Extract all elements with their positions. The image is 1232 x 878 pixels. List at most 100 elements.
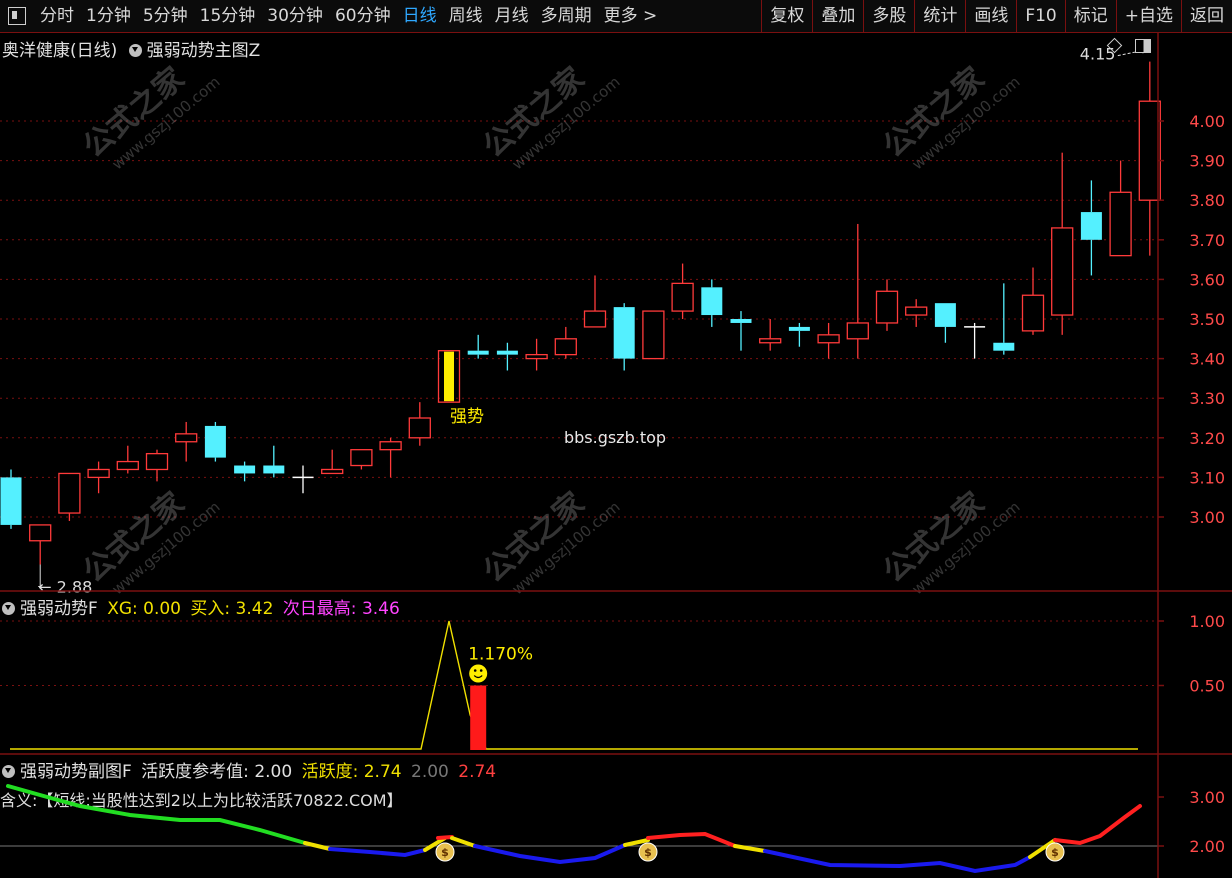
- candles: 强势← 2.884.15: [0, 45, 1161, 597]
- candle: [701, 279, 723, 327]
- candle-body: [788, 326, 810, 331]
- candle: [905, 299, 928, 327]
- candle: [496, 342, 518, 371]
- candle-body: [554, 338, 577, 356]
- sub2-title: 强弱动势副图F 活跃度参考值: 2.00 活跃度: 2.74 2.00 2.74: [2, 757, 496, 782]
- period-tab-9[interactable]: 多周期: [535, 0, 598, 32]
- candle: [730, 311, 752, 351]
- sub1-tick-label: 1.00: [1189, 612, 1225, 631]
- candle-body: [116, 460, 139, 471]
- indicator-menu-icon[interactable]: [128, 44, 142, 57]
- panel-toggle-icon[interactable]: [8, 7, 26, 25]
- candle: [1051, 152, 1074, 335]
- period-tab-0[interactable]: 分时: [34, 0, 80, 32]
- candle: [29, 524, 52, 565]
- sub1-menu-icon[interactable]: [2, 602, 15, 615]
- watermark-url: www.gszj100.com: [509, 73, 624, 174]
- period-tab-3[interactable]: 15分钟: [194, 0, 262, 32]
- watermark-text: 公式之家: [477, 61, 591, 165]
- candle-body: [145, 452, 169, 471]
- period-tab-6[interactable]: 日线: [397, 0, 443, 32]
- candle-body: [87, 468, 110, 479]
- low-marker-line: [38, 564, 41, 588]
- watermark-1: 公式之家www.gszj100.com: [477, 61, 624, 174]
- sub2-line-yellow: [423, 836, 447, 852]
- sub2-line-yellow: [450, 836, 477, 848]
- watermark-url: www.gszj100.com: [909, 73, 1024, 174]
- toolbar-action-0[interactable]: 复权: [761, 0, 812, 32]
- watermark-3: 公式之家www.gszj100.com: [77, 486, 224, 599]
- money-bag-icon: $: [435, 842, 455, 862]
- candle-body: [934, 303, 956, 327]
- period-tab-1[interactable]: 1分钟: [80, 0, 137, 32]
- watermarks: 公式之家www.gszj100.com 公式之家www.gszj100.com 公式…: [77, 61, 1024, 599]
- toolbar-action-5[interactable]: F10: [1016, 0, 1064, 32]
- period-tabs: 分时 1分钟 5分钟 15分钟 30分钟 60分钟 日线 周线 月线 多周期 更多 >: [34, 0, 663, 32]
- watermark-text: 公式之家: [477, 486, 591, 590]
- candle: [817, 322, 840, 359]
- toolbar-action-7[interactable]: +自选: [1115, 0, 1181, 32]
- period-tab-7[interactable]: 周线: [443, 0, 489, 32]
- period-tab-8[interactable]: 月线: [489, 0, 535, 32]
- period-tab-4[interactable]: 30分钟: [261, 0, 329, 32]
- period-tab-2[interactable]: 5分钟: [137, 0, 194, 32]
- price-tick-label: 3.60: [1189, 270, 1225, 289]
- candle: [437, 350, 461, 403]
- candle-body: [642, 310, 665, 360]
- sub2-line-red: [1053, 804, 1142, 846]
- sub1-name[interactable]: 强弱动势F: [20, 599, 98, 619]
- toolbar-action-4[interactable]: 画线: [965, 0, 1016, 32]
- sub2-line-yellow: [1028, 838, 1057, 859]
- smiley-icon: [469, 664, 488, 683]
- candle: [788, 322, 810, 347]
- candle-body: [817, 334, 840, 344]
- candle-body: [58, 472, 81, 514]
- candle: [613, 303, 635, 371]
- sub1-buy-value: 3.42: [235, 599, 274, 619]
- sub2-line-blue: [473, 843, 627, 865]
- sub2-name[interactable]: 强弱动势副图F: [20, 762, 132, 782]
- candle-body: [730, 319, 752, 323]
- toolbar-action-3[interactable]: 统计: [914, 0, 965, 32]
- candle-body: [1051, 227, 1074, 316]
- watermark-2: 公式之家www.gszj100.com: [877, 61, 1024, 174]
- candle-body: [701, 287, 723, 316]
- candle-body: [613, 307, 635, 359]
- price-tick-label: 3.20: [1189, 429, 1225, 448]
- candle-body: [175, 433, 198, 443]
- candle-body: [583, 310, 607, 328]
- candle-body: [1138, 100, 1161, 201]
- candle: [1080, 180, 1102, 276]
- candle: [58, 472, 81, 521]
- price-tick-label: 3.40: [1189, 350, 1225, 369]
- watermark-4: 公式之家www.gszj100.com: [477, 486, 624, 599]
- toolbar-action-8[interactable]: 返回: [1181, 0, 1232, 32]
- sub1-signal-line: [10, 620, 1138, 750]
- sub2-act-label: 活跃度:: [301, 762, 359, 782]
- candle-body: [263, 465, 285, 474]
- toolbar-action-6[interactable]: 标记: [1064, 0, 1116, 32]
- panel-layout-icon[interactable]: [1135, 39, 1151, 53]
- watermark-url: www.gszj100.com: [509, 498, 624, 599]
- candle-body: [1109, 191, 1132, 257]
- sub1-xg-label: XG:: [107, 599, 138, 619]
- period-tab-10[interactable]: 更多 >: [598, 0, 664, 32]
- watermark-0: 公式之家www.gszj100.com: [77, 61, 224, 174]
- candle-body: [379, 441, 402, 451]
- sub2-menu-icon[interactable]: [2, 765, 15, 778]
- price-tick-label: 3.80: [1189, 191, 1225, 210]
- chart-canvas[interactable]: 公式之家www.gszj100.com 公式之家www.gszj100.com 公式…: [0, 0, 1232, 878]
- candle-body: [234, 465, 256, 474]
- indicator-title[interactable]: 强弱动势主图Z: [147, 41, 261, 61]
- period-tab-5[interactable]: 60分钟: [329, 0, 397, 32]
- toolbar-action-2[interactable]: 多股: [863, 0, 914, 32]
- candle: [759, 319, 782, 351]
- diamond-icon[interactable]: [1106, 37, 1123, 54]
- candle: [292, 465, 314, 494]
- toolbar-action-1[interactable]: 叠加: [812, 0, 863, 32]
- price-tick-label: 3.90: [1189, 152, 1225, 171]
- candle-body: [671, 282, 694, 312]
- candle: [87, 461, 110, 494]
- sub2-line-yellow: [303, 841, 332, 851]
- sub1-chart: 1.00 0.50 1.170%: [0, 612, 1225, 750]
